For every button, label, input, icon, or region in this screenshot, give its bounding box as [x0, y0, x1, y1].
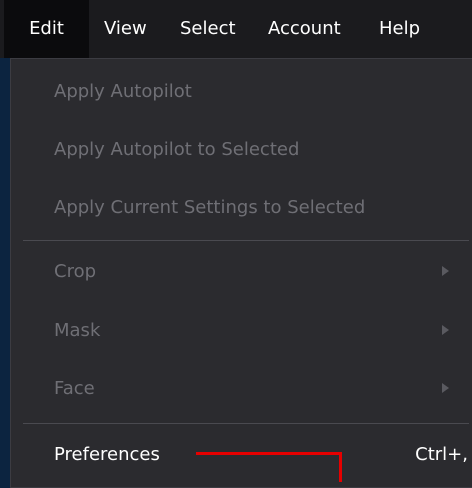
- menu-item-preferences[interactable]: Preferences Ctrl+,: [11, 426, 472, 484]
- menu-item-apply-autopilot-to-selected[interactable]: Apply Autopilot to Selected: [11, 121, 472, 179]
- menu-item-apply-autopilot[interactable]: Apply Autopilot: [11, 63, 472, 121]
- submenu-arrow-icon: [442, 266, 449, 276]
- menu-separator: [23, 423, 469, 424]
- menu-help[interactable]: Help: [379, 0, 420, 58]
- menu-account[interactable]: Account: [268, 0, 341, 58]
- menu-item-apply-current-settings[interactable]: Apply Current Settings to Selected: [11, 179, 472, 237]
- submenu-arrow-icon: [442, 325, 449, 335]
- menu-item-mask[interactable]: Mask: [11, 302, 472, 360]
- menu-item-crop[interactable]: Crop: [11, 243, 472, 301]
- menu-item-face[interactable]: Face: [11, 360, 472, 418]
- annotation-line: [339, 452, 342, 482]
- menu-item-shortcut: Ctrl+,: [415, 444, 468, 465]
- menu-select[interactable]: Select: [180, 0, 236, 58]
- menu-item-label: Face: [54, 378, 95, 399]
- menu-edit[interactable]: Edit: [4, 0, 89, 58]
- menu-item-label: Crop: [54, 261, 97, 282]
- menu-item-label: Apply Current Settings to Selected: [54, 197, 366, 218]
- menu-item-label: Apply Autopilot to Selected: [54, 139, 300, 160]
- submenu-arrow-icon: [442, 383, 449, 393]
- menu-bar: Edit View Select Account Help: [0, 0, 472, 58]
- menu-separator: [23, 240, 469, 241]
- menu-item-label: Preferences: [54, 444, 160, 465]
- menu-item-label: Mask: [54, 320, 101, 341]
- menu-item-label: Apply Autopilot: [54, 81, 192, 102]
- menu-view[interactable]: View: [104, 0, 147, 58]
- edit-dropdown-menu: Apply Autopilot Apply Autopilot to Selec…: [10, 58, 472, 488]
- annotation-line: [196, 452, 342, 455]
